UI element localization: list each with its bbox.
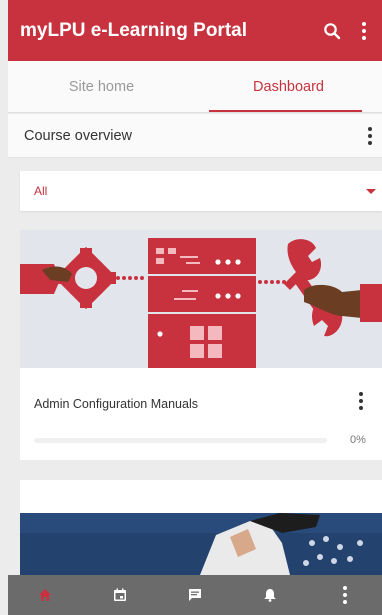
app-title: myLPU e-Learning Portal [20, 19, 247, 41]
tab-dashboard[interactable]: Dashboard [195, 61, 382, 112]
calendar-icon[interactable] [100, 575, 140, 615]
more-vert-icon[interactable] [359, 392, 363, 410]
home-icon[interactable] [25, 575, 65, 615]
tab-bar: Site home Dashboard [8, 61, 382, 113]
course-progress-bar [34, 438, 327, 443]
more-vert-icon[interactable] [350, 11, 378, 51]
course-card[interactable]: Admin Configuration Manuals 0% [20, 230, 382, 460]
course-banner-image [20, 230, 382, 368]
course-overview-header: Course overview [8, 114, 382, 158]
course-filter-value: All [34, 184, 48, 198]
course-banner-image [20, 513, 382, 575]
messages-icon[interactable] [175, 575, 215, 615]
course-name[interactable]: Admin Configuration Manuals [34, 397, 198, 411]
tab-site-home[interactable]: Site home [8, 61, 195, 112]
search-icon[interactable] [318, 11, 346, 51]
course-filter-select[interactable]: All [20, 171, 382, 211]
course-card[interactable] [20, 480, 382, 575]
caret-down-icon [366, 188, 376, 194]
more-vert-icon[interactable] [325, 575, 365, 615]
more-vert-icon[interactable] [368, 126, 372, 145]
bottom-navigation [8, 575, 382, 615]
app-bar: myLPU e-Learning Portal [8, 0, 382, 61]
course-progress-label: 0% [350, 434, 366, 446]
notifications-bell-icon[interactable] [250, 575, 290, 615]
course-overview-title: Course overview [24, 127, 132, 144]
